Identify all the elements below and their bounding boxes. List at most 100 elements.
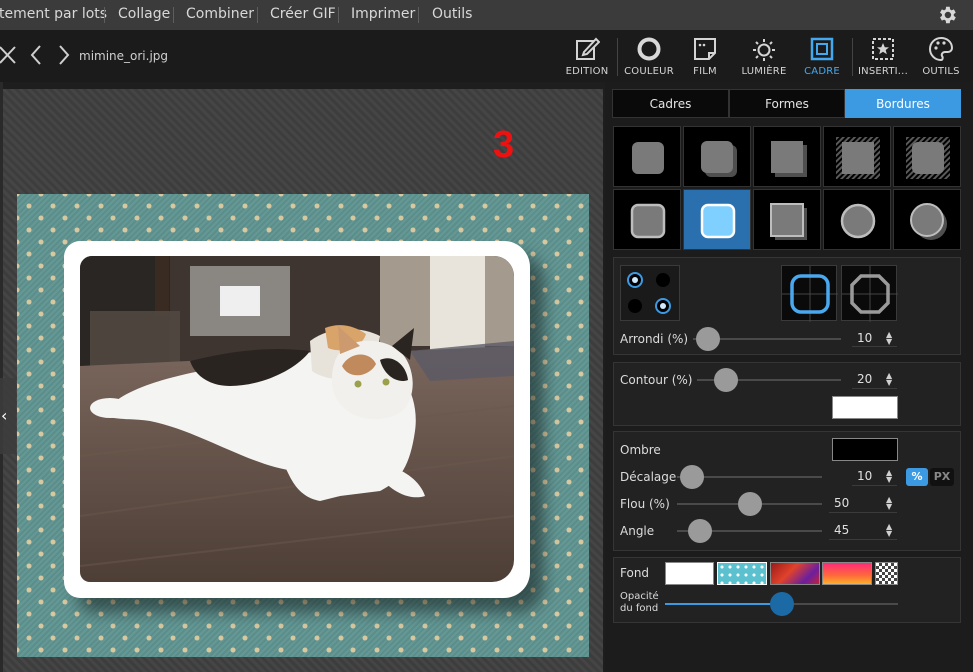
tool-label: COULEUR (624, 66, 674, 77)
opacity-slider-fill (665, 603, 782, 605)
background-swatch-gradient[interactable] (822, 562, 872, 585)
shadow-color-swatch[interactable] (832, 438, 898, 461)
menu-separator (418, 7, 419, 23)
color-ring-icon (637, 37, 661, 61)
border-style-circle-shadow[interactable] (893, 189, 961, 250)
contour-color-swatch[interactable] (832, 396, 898, 419)
rounding-underline (852, 346, 897, 347)
contour-underline (852, 388, 897, 389)
tool-color[interactable]: COULEUR (622, 36, 676, 80)
contour-group (613, 362, 961, 426)
tool-frame[interactable]: CADRE (800, 36, 844, 80)
tool-label: INSERTI... (858, 66, 908, 77)
offset-label: Décalage (620, 470, 677, 484)
blur-slider-knob[interactable] (737, 492, 762, 516)
shadow-label: Ombre (620, 443, 661, 457)
step-annotation: 3 (493, 124, 515, 166)
menu-item-collage[interactable]: Collage (118, 6, 170, 22)
border-style-rounded-outlined-selected[interactable] (683, 189, 751, 250)
border-style-square-outlined-shadow[interactable] (753, 189, 821, 250)
shadow-group (613, 431, 961, 551)
toolbar-separator (852, 38, 853, 76)
opacity-label-line2: du fond (620, 603, 659, 614)
border-style-rounded-shadow[interactable] (683, 126, 751, 187)
menu-bar: tement par lots Collage Combiner Créer G… (0, 0, 973, 30)
blur-value[interactable]: 50 (834, 496, 849, 510)
next-image-icon[interactable] (54, 44, 74, 66)
opacity-label-line1: Opacité (620, 591, 659, 602)
border-style-square-hatched[interactable] (823, 126, 891, 187)
palette-icon (929, 36, 954, 62)
angle-underline (829, 539, 897, 540)
blur-stepper[interactable]: ▲ ▼ (886, 496, 892, 511)
background-swatch-transparent[interactable] (875, 562, 898, 585)
rounding-stepper[interactable]: ▲ ▼ (886, 331, 892, 346)
opacity-label: Opacité du fond (620, 591, 659, 615)
menu-separator (338, 7, 339, 23)
border-style-rounded-outlined[interactable] (613, 189, 681, 250)
gear-icon[interactable] (936, 4, 958, 26)
toolbar: mimine_ori.jpg EDITION COULEUR FILM LUMI… (0, 30, 973, 82)
angle-slider-knob[interactable] (688, 519, 713, 543)
tab-shapes[interactable]: Formes (729, 89, 845, 118)
tool-tools[interactable]: OUTILS (918, 36, 964, 80)
background-swatch-dots[interactable] (717, 562, 767, 585)
insert-icon (872, 38, 894, 60)
background-swatch-red-texture[interactable] (770, 562, 820, 585)
sun-icon (753, 39, 775, 61)
frame-icon (810, 37, 834, 61)
tab-borders[interactable]: Bordures (845, 89, 961, 118)
tool-film[interactable]: FILM (683, 36, 727, 80)
opacity-slider-knob[interactable] (769, 592, 794, 616)
contour-slider-knob[interactable] (713, 368, 738, 392)
blur-label: Flou (%) (620, 497, 670, 511)
menu-separator (104, 7, 105, 23)
tool-light[interactable]: LUMIÈRE (738, 36, 790, 80)
blur-underline (829, 512, 897, 513)
background-swatch-white[interactable] (665, 562, 714, 585)
corner-selector (620, 265, 680, 321)
corner-style-rounded[interactable] (781, 265, 838, 322)
border-style-square-shadow[interactable] (753, 126, 821, 187)
contour-stepper[interactable]: ▲ ▼ (886, 372, 892, 387)
rounding-value[interactable]: 10 (857, 331, 872, 345)
side-panel-toggle[interactable]: ‹ (0, 378, 16, 454)
menu-separator (257, 7, 258, 23)
cat-photo[interactable] (80, 256, 514, 582)
menu-item-combine[interactable]: Combiner (186, 6, 254, 22)
tab-frames[interactable]: Cadres (612, 89, 729, 118)
tool-label: FILM (693, 66, 717, 77)
contour-value[interactable]: 20 (857, 372, 872, 386)
tool-insert[interactable]: INSERTI... (856, 36, 910, 80)
tool-label: EDITION (565, 66, 609, 77)
menu-separator (173, 7, 174, 23)
menu-item-create-gif[interactable]: Créer GIF (270, 6, 336, 22)
border-style-circle-outlined[interactable] (823, 189, 891, 250)
tool-edition[interactable]: EDITION (562, 36, 612, 80)
unit-px-toggle[interactable]: PX (930, 468, 954, 486)
chevron-left-icon: ‹ (1, 406, 8, 425)
tool-label: CADRE (804, 66, 840, 77)
offset-stepper[interactable]: ▲ ▼ (886, 469, 892, 484)
menu-item-print[interactable]: Imprimer (351, 6, 415, 22)
unit-percent-toggle[interactable]: % (906, 468, 928, 486)
rounding-slider-knob[interactable] (695, 327, 720, 351)
border-style-rounded[interactable] (613, 126, 681, 187)
tool-label: LUMIÈRE (741, 66, 787, 77)
rounding-label: Arrondi (%) (620, 332, 689, 346)
border-style-rounded-hatched[interactable] (893, 126, 961, 187)
contour-label: Contour (%) (620, 373, 693, 387)
angle-label: Angle (620, 524, 655, 538)
file-name: mimine_ori.jpg (79, 49, 169, 63)
menu-item-batch[interactable]: tement par lots (0, 6, 107, 22)
offset-slider-knob[interactable] (679, 465, 704, 489)
offset-value[interactable]: 10 (857, 469, 872, 483)
angle-stepper[interactable]: ▲ ▼ (886, 523, 892, 538)
corner-style-cut[interactable] (841, 265, 898, 322)
menu-item-tools[interactable]: Outils (432, 6, 472, 22)
edit-icon (576, 37, 600, 60)
previous-image-icon[interactable] (27, 44, 47, 66)
angle-value[interactable]: 45 (834, 523, 849, 537)
offset-underline (852, 485, 897, 486)
close-icon[interactable] (0, 44, 18, 66)
